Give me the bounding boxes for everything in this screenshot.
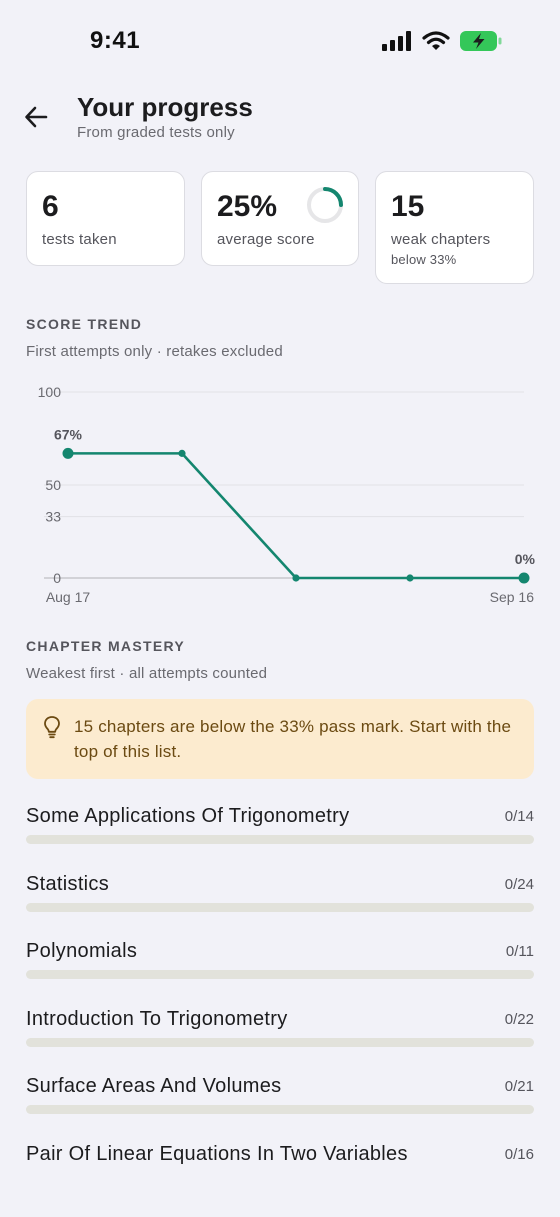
chapter-progress-bar xyxy=(26,1105,534,1114)
chapter-count: 0/16 xyxy=(504,1146,534,1163)
status-time: 9:41 xyxy=(90,27,141,54)
pass-mark-tip: 15 chapters are below the 33% pass mark.… xyxy=(26,699,534,779)
chapter-progress-bar xyxy=(26,835,534,844)
weak-chapters-card: 15 weak chapters below 33% xyxy=(375,171,534,284)
data-point xyxy=(292,574,300,582)
score-line xyxy=(66,452,526,580)
chapter-row[interactable]: Statistics 0/24 xyxy=(26,873,534,923)
average-score-card: 25% average score xyxy=(201,171,359,266)
data-point xyxy=(62,447,74,459)
chapter-name: Polynomials xyxy=(26,940,138,962)
score-trend-heading: SCORE TREND xyxy=(26,316,143,332)
data-point xyxy=(518,572,530,584)
chapter-row[interactable]: Introduction To Trigonometry 0/22 xyxy=(26,1008,534,1058)
tests-taken-label: tests taken xyxy=(42,231,117,248)
chapter-count: 0/11 xyxy=(505,943,534,960)
data-label: 67% xyxy=(54,426,83,442)
y-tick-label: 33 xyxy=(45,509,61,525)
weak-chapters-sub: below 33% xyxy=(391,252,457,267)
x-tick-label: Aug 17 xyxy=(46,589,91,605)
chapter-row[interactable]: Polynomials 0/11 xyxy=(26,940,534,990)
chapter-name: Surface Areas And Volumes xyxy=(26,1075,282,1097)
wifi-icon xyxy=(422,31,450,50)
y-tick-label: 0 xyxy=(53,570,61,586)
x-tick-label: Sep 16 xyxy=(490,589,535,605)
average-score-value: 25% xyxy=(217,190,278,223)
header: Your progress From graded tests only xyxy=(0,90,560,150)
back-arrow-icon xyxy=(25,106,48,128)
chapter-name: Pair Of Linear Equations In Two Variable… xyxy=(26,1143,408,1165)
chapter-count: 0/24 xyxy=(504,876,534,893)
chapter-count: 0/14 xyxy=(504,808,534,825)
average-score-ring xyxy=(307,187,343,223)
chapter-count: 0/21 xyxy=(504,1078,534,1095)
chapter-name: Statistics xyxy=(26,873,110,895)
back-button[interactable] xyxy=(22,102,52,132)
chapter-progress-bar xyxy=(26,970,534,979)
page-subtitle: From graded tests only xyxy=(77,124,235,141)
chapter-mastery-heading: CHAPTER MASTERY xyxy=(26,638,185,654)
average-score-label: average score xyxy=(217,231,315,248)
weak-chapters-label: weak chapters xyxy=(391,231,491,248)
chapter-mastery-subtitle: Weakest first · all attempts counted xyxy=(26,665,268,682)
battery-charging-icon xyxy=(460,31,502,51)
weak-chapters-value: 15 xyxy=(391,190,425,223)
chapter-progress-bar xyxy=(26,1038,534,1047)
chapter-row[interactable]: Pair Of Linear Equations In Two Variable… xyxy=(26,1143,534,1193)
y-tick-label: 100 xyxy=(38,384,62,400)
tests-taken-value: 6 xyxy=(42,190,59,223)
tip-text: 15 chapters are below the 33% pass mark.… xyxy=(74,717,512,761)
page-title: Your progress xyxy=(77,92,253,122)
chapter-name: Introduction To Trigonometry xyxy=(26,1008,288,1030)
chapter-name: Some Applications Of Trigonometry xyxy=(26,805,350,827)
chapter-count: 0/22 xyxy=(504,1011,534,1028)
data-label: 0% xyxy=(515,551,536,567)
chapter-row[interactable]: Some Applications Of Trigonometry 0/14 xyxy=(26,805,534,855)
cellular-signal-icon xyxy=(382,31,411,51)
chapter-row[interactable]: Surface Areas And Volumes 0/21 xyxy=(26,1075,534,1125)
data-point xyxy=(406,574,414,582)
status-icons xyxy=(382,30,502,52)
score-trend-chart: 0 33 50 100 67% 0% Aug 17 Sep 16 xyxy=(38,384,536,605)
status-bar: 9:41 xyxy=(0,0,560,80)
chapter-progress-bar xyxy=(26,903,534,912)
lightbulb-icon xyxy=(44,716,60,739)
score-trend-subtitle: First attempts only · retakes excluded xyxy=(26,343,283,360)
y-tick-label: 50 xyxy=(45,477,61,493)
data-point xyxy=(178,449,186,457)
tests-taken-card: 6 tests taken xyxy=(26,171,185,266)
